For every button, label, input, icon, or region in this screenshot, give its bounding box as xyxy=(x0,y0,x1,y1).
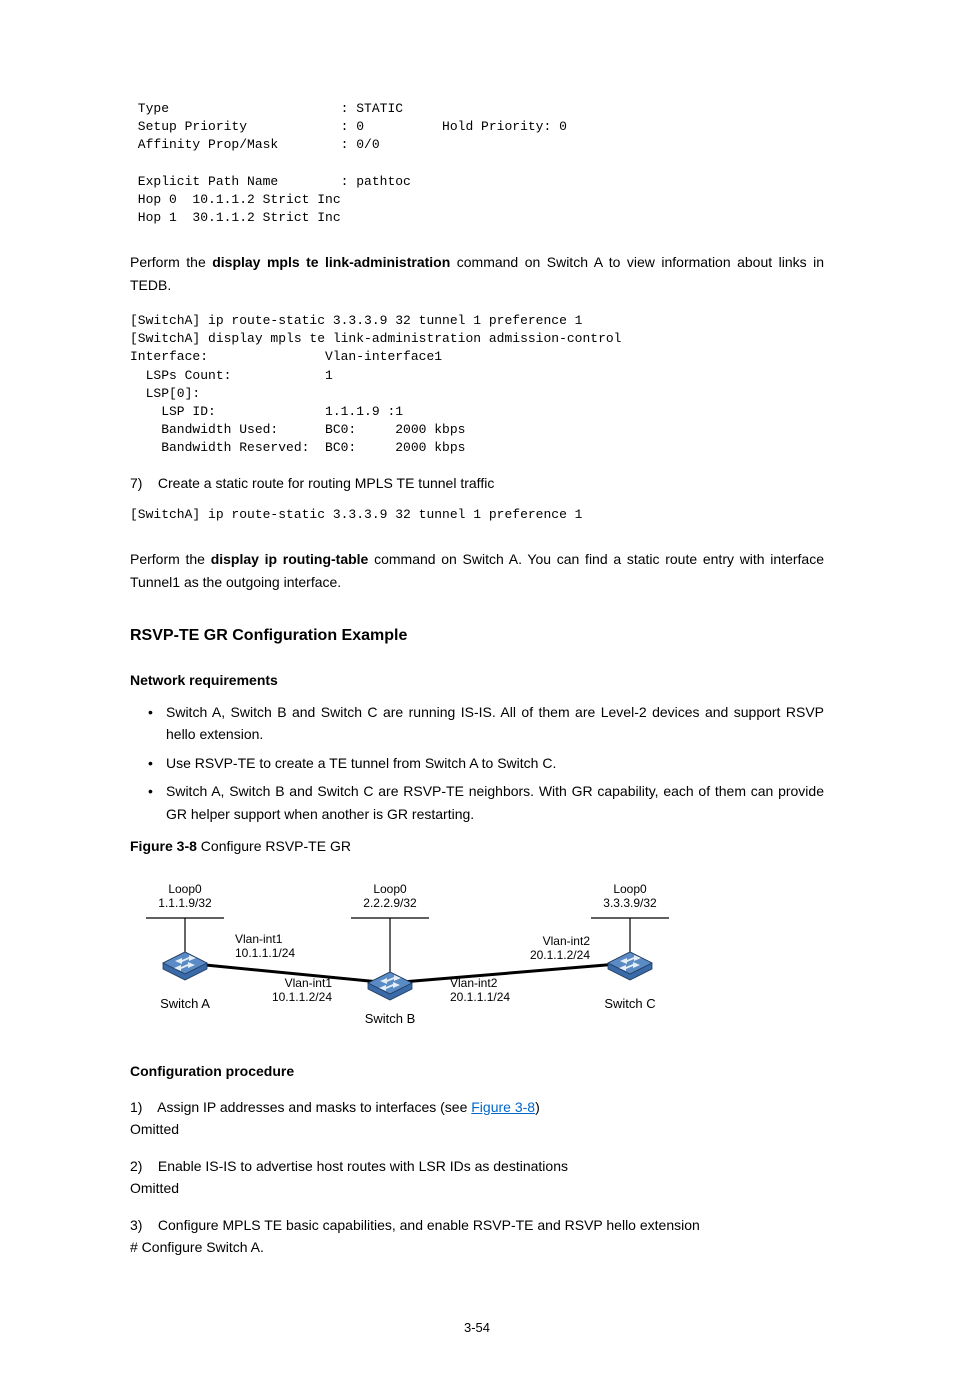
code-block-2: [SwitchA] ip route-static 3.3.3.9 32 tun… xyxy=(130,312,824,458)
network-diagram: Loop0 1.1.1.9/32 Vlan-int1 10.1.1.1/24 S… xyxy=(130,863,690,1033)
diagram-switch-a-name: Switch A xyxy=(160,996,210,1011)
step-1-before: Assign IP addresses and masks to interfa… xyxy=(157,1099,471,1115)
step-3-note: # Configure Switch A. xyxy=(130,1236,824,1258)
para-routingtable-before: Perform the xyxy=(130,551,211,567)
code-block-1: Type : STATIC Setup Priority : 0 Hold Pr… xyxy=(130,100,824,227)
diagram-label: Loop0 xyxy=(168,882,202,896)
diagram-label: 20.1.1.1/24 xyxy=(450,990,510,1004)
list-item: Switch A, Switch B and Switch C are runn… xyxy=(148,701,824,746)
para-routingtable-bold: display ip routing-table xyxy=(211,551,369,567)
para-linkadmin-before: Perform the xyxy=(130,254,212,270)
para-routingtable: Perform the display ip routing-table com… xyxy=(130,548,824,593)
figure-caption: Figure 3-8 Configure RSVP-TE GR xyxy=(130,835,824,857)
figure-title: Configure RSVP-TE GR xyxy=(201,838,351,854)
diagram-label: 10.1.1.1/24 xyxy=(235,946,295,960)
step-2-text: Enable IS-IS to advertise host routes wi… xyxy=(158,1158,568,1174)
diagram-label: 20.1.1.2/24 xyxy=(530,948,590,962)
step-3: 3) Configure MPLS TE basic capabilities,… xyxy=(130,1214,824,1236)
step-1-after: ) xyxy=(535,1099,540,1115)
diagram-label: Vlan-int2 xyxy=(543,934,591,948)
heading-network-req: Network requirements xyxy=(130,669,824,691)
step-2-num: 2) xyxy=(130,1155,154,1177)
list-item: Use RSVP-TE to create a TE tunnel from S… xyxy=(148,752,824,774)
figure-link[interactable]: Figure 3-8 xyxy=(471,1099,535,1115)
diagram-switch-b-name: Switch B xyxy=(365,1011,416,1026)
diagram-switch-c-name: Switch C xyxy=(604,996,655,1011)
diagram-label: 3.3.3.9/32 xyxy=(603,896,657,910)
para-linkadmin: Perform the display mpls te link-adminis… xyxy=(130,251,824,296)
step-7-text: Create a static route for routing MPLS T… xyxy=(158,475,494,491)
step-2: 2) Enable IS-IS to advertise host routes… xyxy=(130,1155,824,1177)
network-req-list: Switch A, Switch B and Switch C are runn… xyxy=(130,701,824,825)
diagram-label: Loop0 xyxy=(613,882,647,896)
step-3-text: Configure MPLS TE basic capabilities, an… xyxy=(158,1217,700,1233)
page-number: 3-54 xyxy=(130,1318,824,1339)
list-item: Switch A, Switch B and Switch C are RSVP… xyxy=(148,780,824,825)
omitted-2: Omitted xyxy=(130,1177,824,1199)
heading-config-procedure: Configuration procedure xyxy=(130,1060,824,1082)
heading-rsvp-example: RSVP-TE GR Configuration Example xyxy=(130,623,824,649)
step-1-num: 1) xyxy=(130,1096,154,1118)
step-1: 1) Assign IP addresses and masks to inte… xyxy=(130,1096,824,1118)
diagram-label: 10.1.1.2/24 xyxy=(272,990,332,1004)
step-7: 7) Create a static route for routing MPL… xyxy=(130,472,824,494)
switch-icon xyxy=(608,952,652,980)
omitted-1: Omitted xyxy=(130,1118,824,1140)
diagram-label: Loop0 xyxy=(373,882,407,896)
switch-icon xyxy=(368,972,412,1000)
diagram-label: 1.1.1.9/32 xyxy=(158,896,212,910)
para-linkadmin-bold: display mpls te link-administration xyxy=(212,254,450,270)
step-7-num: 7) xyxy=(130,472,154,494)
diagram-label: Vlan-int1 xyxy=(285,976,333,990)
figure-label: Figure 3-8 xyxy=(130,838,197,854)
switch-icon xyxy=(163,952,207,980)
diagram-label: Vlan-int1 xyxy=(235,932,283,946)
diagram-label: Vlan-int2 xyxy=(450,976,498,990)
code-block-3: [SwitchA] ip route-static 3.3.3.9 32 tun… xyxy=(130,506,824,524)
step-3-num: 3) xyxy=(130,1214,154,1236)
diagram-label: 2.2.2.9/32 xyxy=(363,896,417,910)
